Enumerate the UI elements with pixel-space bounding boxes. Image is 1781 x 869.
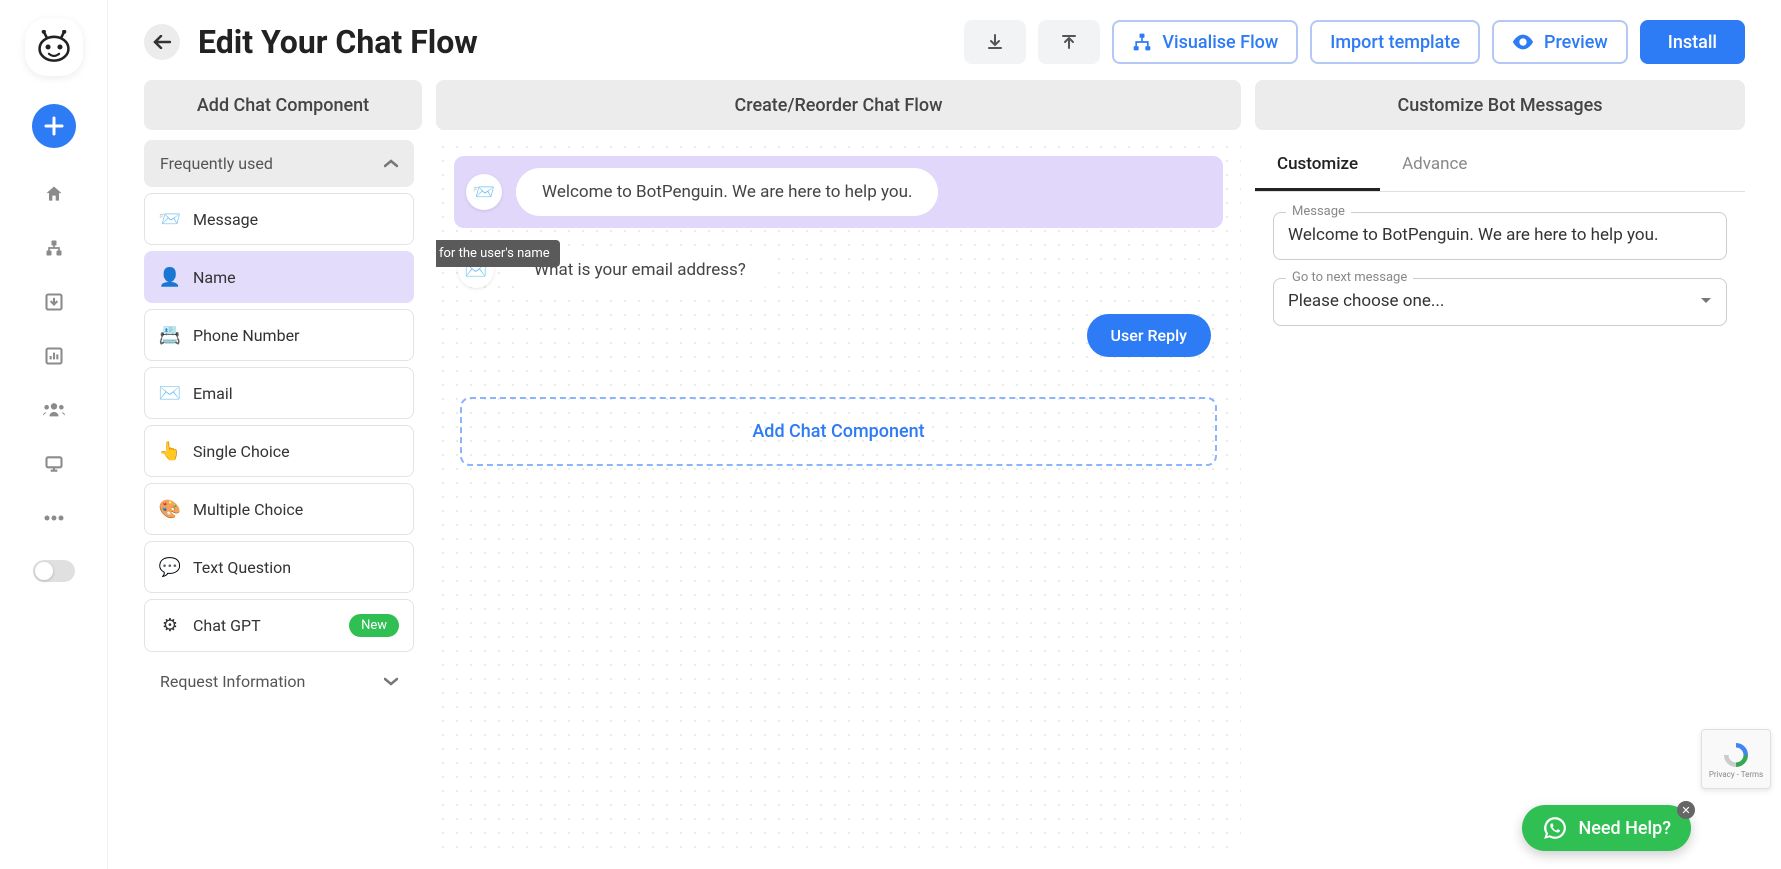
- header: Edit Your Chat Flow Visualise Flow Impor…: [108, 0, 1781, 80]
- install-label: Install: [1668, 32, 1717, 53]
- chevron-down-icon: [384, 677, 398, 686]
- component-item-text-question[interactable]: 💬 Text Question: [144, 541, 414, 593]
- welcome-message: Welcome to BotPenguin. We are here to he…: [516, 168, 938, 216]
- add-component-label: Add Chat Component: [752, 421, 924, 442]
- component-item-chat-gpt[interactable]: ⚙ Chat GPT New: [144, 599, 414, 652]
- section-frequently-used-label: Frequently used: [160, 154, 273, 173]
- chevron-up-icon: [384, 159, 398, 168]
- new-badge: New: [349, 614, 399, 637]
- help-close-button[interactable]: ✕: [1677, 801, 1695, 819]
- back-button[interactable]: [144, 24, 180, 60]
- panel-center-header: Create/Reorder Chat Flow: [436, 80, 1241, 130]
- download-button[interactable]: [964, 20, 1026, 64]
- flow-email-block[interactable]: ✉️ What is your email address?: [458, 246, 1223, 294]
- upload-button[interactable]: [1038, 20, 1100, 64]
- analytics-icon[interactable]: [32, 334, 76, 378]
- need-help-widget[interactable]: Need Help? ✕: [1522, 805, 1691, 851]
- component-icon: 📇: [159, 324, 181, 346]
- more-icon[interactable]: [32, 496, 76, 540]
- chevron-down-icon: [1700, 297, 1712, 305]
- component-item-phone-number[interactable]: 📇 Phone Number: [144, 309, 414, 361]
- component-icon: ⚙: [159, 615, 181, 637]
- left-nav: [0, 0, 108, 869]
- name-tooltip: Ask for the user's name: [436, 240, 560, 267]
- next-message-label: Go to next message: [1286, 270, 1413, 285]
- component-label: Phone Number: [193, 326, 299, 345]
- recaptcha-icon: [1721, 740, 1751, 770]
- theme-toggle[interactable]: [33, 560, 75, 582]
- component-label: Message: [193, 210, 258, 229]
- theme-toggle-wrap: [33, 560, 75, 582]
- component-label: Name: [193, 268, 236, 287]
- import-template-label: Import template: [1330, 32, 1460, 53]
- section-request-info-label: Request Information: [160, 672, 305, 691]
- component-item-email[interactable]: ✉️ Email: [144, 367, 414, 419]
- panel-right-header: Customize Bot Messages: [1255, 80, 1745, 130]
- component-icon: ✉️: [159, 382, 181, 404]
- send-icon: 📨: [466, 174, 502, 210]
- flow-icon[interactable]: [32, 226, 76, 270]
- component-item-message[interactable]: 📨 Message: [144, 193, 414, 245]
- monitor-icon[interactable]: [32, 442, 76, 486]
- add-component-dropzone[interactable]: Add Chat Component: [460, 397, 1217, 466]
- component-list: Frequently used 📨 Message 👤 Name 📇 Phone Numb…: [144, 140, 422, 849]
- recaptcha-badge: Privacy - Terms: [1701, 729, 1771, 789]
- preview-button[interactable]: Preview: [1492, 20, 1628, 64]
- tab-customize[interactable]: Customize: [1255, 140, 1380, 191]
- user-reply-label: User Reply: [1111, 326, 1187, 345]
- section-request-info[interactable]: Request Information: [144, 658, 414, 705]
- flow-welcome-block[interactable]: 📨 Welcome to BotPenguin. We are here to …: [454, 156, 1223, 228]
- panel-add-component: Add Chat Component Frequently used 📨 Mess…: [144, 80, 422, 849]
- page-title: Edit Your Chat Flow: [198, 23, 952, 61]
- component-item-multiple-choice[interactable]: 🎨 Multiple Choice: [144, 483, 414, 535]
- need-help-label: Need Help?: [1578, 818, 1671, 839]
- panel-flow: Create/Reorder Chat Flow 📨 Welcome to Bo…: [436, 80, 1241, 849]
- component-label: Single Choice: [193, 442, 290, 461]
- component-icon: 💬: [159, 556, 181, 578]
- flow-canvas: 📨 Welcome to BotPenguin. We are here to …: [436, 140, 1241, 849]
- next-message-field-group: Go to next message Please choose one...: [1273, 278, 1727, 326]
- tab-advance[interactable]: Advance: [1380, 140, 1489, 191]
- download-nav-icon[interactable]: [32, 280, 76, 324]
- home-icon[interactable]: [32, 172, 76, 216]
- bot-icon: [37, 30, 71, 64]
- component-label: Email: [193, 384, 233, 403]
- component-label: Text Question: [193, 558, 291, 577]
- content-row: Add Chat Component Frequently used 📨 Mess…: [108, 80, 1781, 869]
- panel-customize: Customize Bot Messages Customize Advance…: [1255, 80, 1745, 849]
- message-input[interactable]: [1288, 221, 1712, 249]
- component-icon: 📨: [159, 208, 181, 230]
- component-icon: 🎨: [159, 498, 181, 520]
- section-frequently-used[interactable]: Frequently used: [144, 140, 414, 187]
- install-button[interactable]: Install: [1640, 20, 1745, 64]
- component-icon: 👆: [159, 440, 181, 462]
- component-item-name[interactable]: 👤 Name: [144, 251, 414, 303]
- app-logo: [25, 18, 83, 76]
- next-message-value: Please choose one...: [1288, 291, 1444, 311]
- next-message-select[interactable]: Please choose one...: [1288, 287, 1712, 315]
- component-label: Chat GPT: [193, 616, 261, 635]
- add-button[interactable]: [32, 104, 76, 148]
- main-area: Edit Your Chat Flow Visualise Flow Impor…: [108, 0, 1781, 869]
- message-label: Message: [1286, 204, 1351, 219]
- preview-label: Preview: [1544, 32, 1608, 53]
- message-field-group: Message: [1273, 212, 1727, 260]
- customize-tabs: Customize Advance: [1255, 140, 1745, 192]
- whatsapp-icon: [1542, 815, 1568, 841]
- panel-left-header: Add Chat Component: [144, 80, 422, 130]
- import-template-button[interactable]: Import template: [1310, 20, 1480, 64]
- visualise-flow-label: Visualise Flow: [1162, 32, 1278, 53]
- visualise-flow-button[interactable]: Visualise Flow: [1112, 20, 1298, 64]
- component-icon: 👤: [159, 266, 181, 288]
- user-reply-button[interactable]: User Reply: [1087, 314, 1211, 357]
- component-label: Multiple Choice: [193, 500, 303, 519]
- component-item-single-choice[interactable]: 👆 Single Choice: [144, 425, 414, 477]
- users-icon[interactable]: [32, 388, 76, 432]
